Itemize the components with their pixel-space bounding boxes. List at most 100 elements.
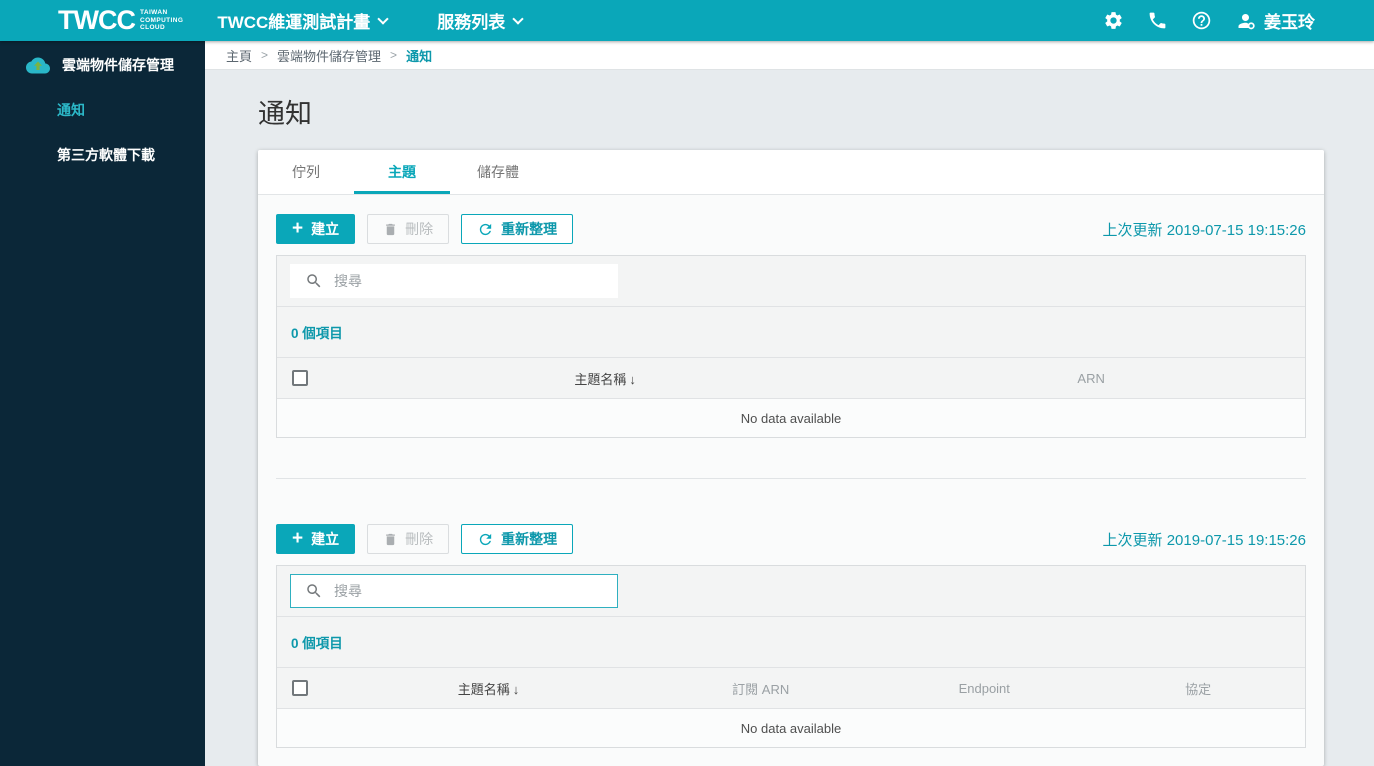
tab-label: 佇列: [292, 164, 320, 180]
sidebar-service-title[interactable]: 雲端物件儲存管理: [0, 55, 205, 75]
project-menu-label: TWCC維運測試計畫: [217, 13, 371, 32]
section-divider: [276, 478, 1306, 479]
breadcrumb-separator: >: [261, 48, 269, 62]
page-title: 通知: [258, 99, 312, 129]
refresh-subscriptions-button[interactable]: 重新整理: [461, 524, 574, 554]
sidebar-item-notifications[interactable]: 通知: [0, 100, 205, 120]
breadcrumb-storage-management[interactable]: 雲端物件儲存管理: [277, 46, 381, 65]
sidebar-item-label: 通知: [57, 102, 85, 118]
subscriptions-search-box: [290, 574, 618, 608]
subscriptions-toolbar: + 建立 刪除 重新整理 上次更新 2019-07-15 19:15:26: [276, 524, 1306, 554]
tab-panel-topics: + 建立 刪除 重新整理 上次更新 2019-07-15 19:15:26 搜尋…: [258, 195, 1324, 766]
main-area: 主頁 > 雲端物件儲存管理 > 通知 通知 佇列 主題 儲存體 + 建立 刪除 …: [205, 41, 1374, 766]
last-updated-time: 2019-07-15 19:15:26: [1166, 531, 1306, 549]
project-menu[interactable]: TWCC維運測試計畫: [217, 8, 389, 33]
refresh-icon: [479, 223, 492, 235]
refresh-icon: [479, 533, 492, 545]
tab-buckets[interactable]: 儲存體: [450, 150, 546, 194]
topics-item-count: 0 個項目: [277, 306, 1305, 357]
sidebar-item-label: 第三方軟體下載: [57, 147, 155, 163]
column-label: 訂閱 ARN: [732, 681, 790, 697]
last-updated-label: 上次更新: [1102, 221, 1163, 239]
sidebar-nav: 通知 第三方軟體下載: [0, 100, 205, 165]
logo-sub-line: COMPUTING: [139, 16, 184, 24]
logo-sub-line: CLOUD: [139, 24, 166, 32]
breadcrumb-home[interactable]: 主頁: [226, 46, 252, 65]
settings-gear-icon[interactable]: [1103, 10, 1124, 31]
checkbox-cell: [277, 370, 333, 386]
checkbox-cell: [277, 680, 333, 696]
services-menu-label: 服務列表: [437, 13, 506, 32]
delete-button-label: 刪除: [405, 221, 434, 237]
delete-button-label: 刪除: [405, 531, 434, 547]
select-all-checkbox[interactable]: [292, 370, 308, 386]
topbar: TWCC TAIWAN COMPUTING CLOUD TWCC維運測試計畫 服…: [0, 0, 1374, 41]
search-icon: [307, 584, 321, 598]
logo-subtext: TAIWAN COMPUTING CLOUD: [140, 9, 183, 32]
plus-icon: +: [292, 217, 304, 239]
create-button-label: 建立: [311, 221, 340, 237]
breadcrumb: 主頁 > 雲端物件儲存管理 > 通知: [205, 41, 1374, 70]
delete-subscription-button[interactable]: 刪除: [367, 524, 450, 554]
topics-table-panel: 0 個項目 主題名稱↓ ARN: [276, 255, 1306, 438]
subscriptions-table-panel: 0 個項目 主題名稱↓ 訂閱 ARN: [276, 565, 1306, 748]
refresh-button-label: 重新整理: [501, 531, 558, 547]
topics-section: + 建立 刪除 重新整理 上次更新 2019-07-15 19:15:26 搜尋…: [276, 214, 1306, 438]
create-subscription-button[interactable]: + 建立: [276, 524, 356, 554]
search-row: [277, 566, 1305, 616]
topics-search-input[interactable]: [334, 273, 609, 289]
last-updated-text: 上次更新 2019-07-15 19:15:26: [1103, 529, 1306, 550]
select-all-checkbox[interactable]: [292, 680, 308, 696]
create-button-label: 建立: [311, 531, 340, 547]
create-topic-button[interactable]: + 建立: [276, 214, 356, 244]
column-header-topic-name[interactable]: 主題名稱 ↓: [333, 369, 877, 388]
sort-desc-icon: ↓: [512, 681, 520, 697]
sidebar-service-title-label: 雲端物件儲存管理: [62, 57, 174, 73]
column-label: 主題名稱: [574, 371, 627, 387]
tab-queues[interactable]: 佇列: [258, 150, 354, 194]
refresh-topics-button[interactable]: 重新整理: [461, 214, 574, 244]
subscriptions-section: + 建立 刪除 重新整理 上次更新 2019-07-15 19:15:26 搜尋…: [276, 524, 1306, 748]
user-name: 姜玉玲: [1264, 13, 1315, 32]
last-updated-text: 上次更新 2019-07-15 19:15:26: [1103, 219, 1306, 240]
sidebar-item-third-party-download[interactable]: 第三方軟體下載: [0, 145, 205, 165]
subscriptions-empty-state: No data available: [277, 708, 1305, 747]
topics-empty-state: No data available: [277, 398, 1305, 437]
phone-contact-icon[interactable]: [1147, 10, 1168, 31]
services-menu[interactable]: 服務列表: [437, 8, 524, 33]
notifications-card: 佇列 主題 儲存體 + 建立 刪除 重新整理 上次更新 2019-07-15 1…: [258, 150, 1324, 766]
chevron-down-icon: [512, 12, 524, 25]
logo-sub-line: TAIWAN: [139, 9, 168, 17]
search-row: [277, 256, 1305, 306]
column-header-protocol: 協定: [1091, 679, 1305, 698]
subscriptions-search-input[interactable]: [334, 583, 609, 599]
help-icon[interactable]: [1191, 10, 1212, 31]
tab-label: 主題: [388, 164, 416, 180]
column-header-subscription-arn: 訂閱 ARN: [644, 679, 877, 698]
breadcrumb-separator: >: [390, 48, 398, 62]
refresh-button-label: 重新整理: [501, 221, 558, 237]
tab-topics[interactable]: 主題: [354, 150, 450, 194]
column-label: Endpoint: [958, 680, 1010, 696]
user-menu[interactable]: 姜玉玲: [1235, 8, 1315, 33]
sidebar: 雲端物件儲存管理 通知 第三方軟體下載: [0, 41, 205, 766]
column-label: ARN: [1077, 370, 1105, 386]
tab-bar: 佇列 主題 儲存體: [258, 150, 1324, 195]
delete-topic-button[interactable]: 刪除: [367, 214, 450, 244]
subscriptions-item-count: 0 個項目: [277, 616, 1305, 667]
last-updated-label: 上次更新: [1102, 531, 1163, 549]
breadcrumb-current[interactable]: 通知: [406, 46, 432, 65]
topics-table-header: 主題名稱 ↓ ARN: [277, 357, 1305, 398]
logo-text: TWCC: [58, 5, 136, 35]
column-header-topic-name[interactable]: 主題名稱 ↓: [333, 679, 644, 698]
topics-search-box: [290, 264, 618, 298]
sort-desc-icon: ↓: [629, 371, 636, 387]
cloud-upload-icon: [26, 57, 50, 74]
user-pin-icon: [1235, 10, 1256, 31]
last-updated-time: 2019-07-15 19:15:26: [1166, 221, 1306, 239]
trash-icon: [386, 223, 395, 235]
plus-icon: +: [292, 527, 304, 549]
twcc-logo[interactable]: TWCC TAIWAN COMPUTING CLOUD: [58, 7, 183, 34]
column-label: 協定: [1185, 681, 1212, 697]
search-icon: [307, 274, 321, 288]
